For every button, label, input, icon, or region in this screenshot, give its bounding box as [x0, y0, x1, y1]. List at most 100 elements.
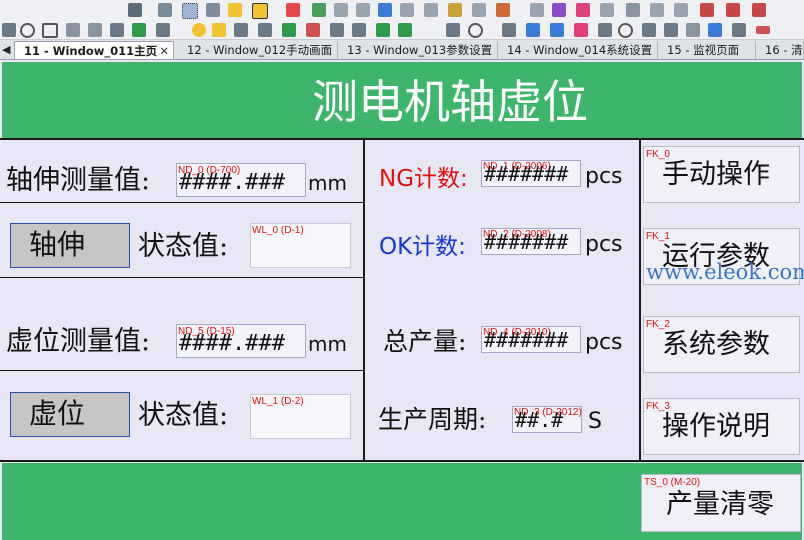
timer-tool-icon[interactable] — [618, 23, 633, 38]
reset-output-button[interactable]: TS_0 (M-20) 产量清零 — [641, 474, 801, 532]
zoom-icon[interactable] — [400, 3, 414, 17]
copy-tool-icon[interactable] — [334, 3, 348, 17]
virtual-measure-unit: mm — [308, 332, 347, 356]
ok-count-value: ####### — [484, 230, 569, 254]
tag-icon[interactable] — [496, 3, 510, 17]
tab-window-011[interactable]: 11 - Window_011主页 ✕ — [14, 41, 174, 59]
numeric-tool-icon[interactable] — [258, 23, 272, 37]
window-icon[interactable] — [424, 3, 438, 17]
tab-window-013[interactable]: 13 - Window_013参数设置 — [338, 41, 498, 59]
virtual-button[interactable]: 虚位 — [10, 392, 130, 437]
object-tool-icon[interactable] — [598, 23, 612, 37]
cycle-time-display: ND_3 (D-2012) ##.# — [512, 406, 582, 433]
indirect-tool-icon[interactable] — [398, 23, 412, 37]
tab-window-012[interactable]: 12 - Window_012手动画面 — [178, 41, 338, 59]
ascii-tool-icon[interactable] — [376, 23, 390, 37]
recipe-tool-icon[interactable] — [550, 23, 564, 37]
manual-operation-button[interactable]: FK_0 手动操作 — [643, 146, 800, 203]
exit-icon[interactable] — [726, 3, 740, 17]
cycle-time-value: ##.# — [515, 408, 564, 432]
virtual-measure-value: ####.### — [179, 331, 285, 356]
shaft-button[interactable]: 轴伸 — [10, 223, 130, 268]
graph-tool-icon[interactable] — [708, 23, 722, 37]
divider-left-3 — [0, 370, 363, 371]
chart-tool-icon[interactable] — [642, 23, 656, 37]
color-bar-icon[interactable] — [756, 26, 770, 34]
function-key-icon[interactable] — [282, 23, 296, 37]
image-icon[interactable] — [448, 3, 462, 17]
divider-top — [0, 138, 804, 140]
clock-tool-icon[interactable] — [468, 23, 483, 38]
tab-scroll-left-icon[interactable]: ◀ — [2, 40, 12, 60]
cycle-time-unit: S — [588, 409, 602, 434]
settings-icon[interactable] — [650, 3, 664, 17]
divider-bottom — [0, 460, 804, 462]
select-box-icon[interactable] — [306, 23, 320, 37]
pen-tool-icon[interactable] — [158, 3, 172, 17]
shaft-state-label: 状态值: — [138, 231, 229, 262]
info-icon[interactable] — [700, 3, 714, 17]
tab-label: 16 - 清 — [765, 43, 803, 57]
scale-tool-icon[interactable] — [88, 23, 102, 37]
tab-close-icon[interactable]: ✕ — [159, 42, 169, 59]
library-icon[interactable] — [472, 3, 486, 17]
online-icon[interactable] — [600, 3, 614, 17]
ng-count-value: ####### — [484, 162, 569, 186]
delete-tool-icon[interactable] — [286, 3, 300, 17]
trend-tool-icon[interactable] — [330, 23, 344, 37]
color-tool-icon[interactable] — [574, 23, 588, 37]
virtual-button-label: 虚位 — [29, 397, 86, 430]
picture-tool-icon[interactable] — [132, 23, 146, 37]
simulate-icon[interactable] — [576, 3, 590, 17]
toggle-tool-icon[interactable] — [212, 23, 226, 37]
sheet-tool-icon[interactable] — [664, 23, 678, 37]
grid-tool-icon[interactable] — [182, 3, 198, 19]
switch-tool-icon[interactable] — [234, 23, 248, 37]
gallery-tool-icon[interactable] — [686, 23, 700, 37]
divider-left-1 — [0, 202, 363, 203]
shaft-measure-display: ND_0 (D-700) ####.### — [176, 163, 306, 197]
bulb-tool-icon[interactable] — [192, 23, 206, 37]
frame-tool-icon[interactable] — [228, 3, 242, 17]
shaft-measure-unit: mm — [308, 171, 347, 195]
paste-tool-icon[interactable] — [356, 3, 370, 17]
compile-icon[interactable] — [530, 3, 544, 17]
shaft-measure-label: 轴伸测量值: — [6, 165, 151, 196]
operation-manual-button[interactable]: FK_3 操作说明 — [643, 398, 800, 455]
video-tool-icon[interactable] — [526, 23, 540, 37]
tab-window-014[interactable]: 14 - Window_014系统设置 — [498, 41, 658, 59]
download-icon[interactable] — [552, 3, 566, 17]
grid-table-icon[interactable] — [732, 23, 746, 37]
reset-output-label: 产量清零 — [666, 489, 774, 520]
tab-window-015[interactable]: 15 - 监视页面 — [658, 41, 756, 59]
align-tool-icon[interactable] — [206, 3, 220, 17]
stop-icon[interactable] — [752, 3, 766, 17]
ng-count-unit: pcs — [585, 164, 623, 189]
cursor-tool-icon[interactable] — [128, 3, 142, 17]
line-tool-icon[interactable] — [2, 23, 16, 37]
bar-tool-icon[interactable] — [446, 23, 460, 37]
text-tool-icon[interactable] — [110, 23, 124, 37]
divider-col-1 — [363, 138, 365, 462]
circle-tool-icon[interactable] — [20, 23, 35, 38]
layer-tool-icon[interactable] — [312, 3, 326, 17]
editor-toolbar — [0, 0, 804, 40]
select-tool-icon[interactable] — [252, 3, 268, 19]
print-icon[interactable] — [626, 3, 640, 17]
grid-view-icon[interactable] — [378, 3, 392, 17]
virtual-state-label: 状态值: — [138, 400, 229, 431]
table-tool-icon[interactable] — [156, 23, 170, 37]
help-icon[interactable] — [674, 3, 688, 17]
rect-tool-icon[interactable] — [42, 23, 58, 38]
polygon-tool-icon[interactable] — [66, 23, 80, 37]
toolbar-row-1 — [0, 0, 804, 20]
total-output-unit: pcs — [585, 330, 623, 355]
page-title: 测电机轴虚位 — [312, 75, 588, 129]
alarm-tool-icon[interactable] — [352, 23, 366, 37]
record-tool-icon[interactable] — [502, 23, 516, 37]
shaft-button-label: 轴伸 — [29, 228, 86, 261]
operation-manual-label: 操作说明 — [662, 411, 770, 442]
tab-window-016[interactable]: 16 - 清 — [756, 41, 804, 59]
divider-left-2 — [0, 277, 363, 278]
system-parameters-button[interactable]: FK_2 系统参数 — [643, 316, 800, 373]
